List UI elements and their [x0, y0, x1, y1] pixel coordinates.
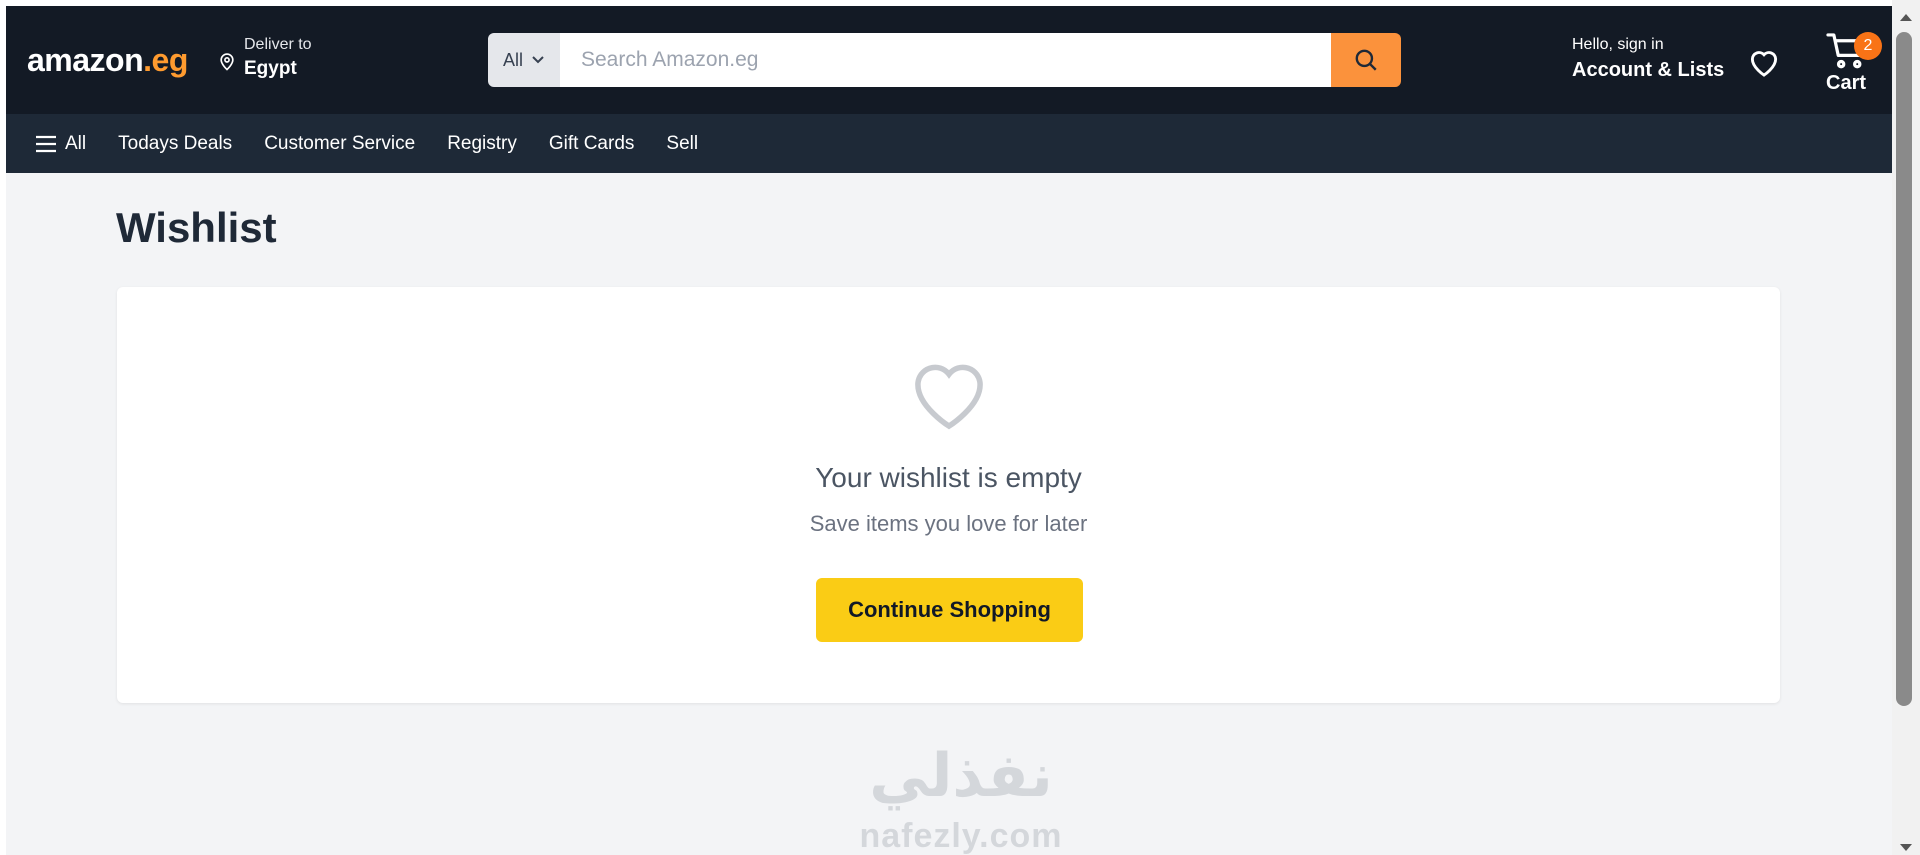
nav-link-customer-service[interactable]: Customer Service: [264, 133, 415, 155]
scroll-up-arrow-icon[interactable]: [1900, 14, 1912, 21]
search-button[interactable]: [1331, 33, 1401, 87]
nav-link-sell[interactable]: Sell: [666, 133, 698, 155]
scrollbar-thumb[interactable]: [1896, 32, 1912, 706]
empty-state-subtitle: Save items you love for later: [809, 511, 1088, 536]
nav-all-label: All: [65, 132, 87, 154]
account-greeting: Hello, sign in: [1572, 36, 1664, 53]
nav-bar: All Todays Deals Customer Service Regist…: [6, 114, 1892, 173]
search-icon: [1355, 49, 1377, 71]
search-category-select[interactable]: All: [488, 33, 560, 87]
watermark-latin: nafezly.com: [859, 817, 1063, 855]
location-pin-icon: [220, 53, 234, 71]
deliver-to[interactable]: Deliver to Egypt: [217, 36, 312, 80]
search-bar: All: [488, 33, 1401, 87]
empty-heart-icon: [915, 364, 983, 430]
page-scrollbar[interactable]: [1892, 0, 1920, 855]
account-menu[interactable]: Hello, sign in Account & Lists: [1572, 36, 1724, 82]
cart-count-badge: 2: [1854, 32, 1882, 60]
deliver-label: Deliver to: [244, 36, 312, 53]
cart-label: Cart: [1826, 72, 1867, 94]
top-header: amazon.eg Deliver to Egypt All Search Am…: [6, 6, 1892, 114]
amazon-logo[interactable]: amazon.eg: [27, 42, 188, 79]
logo-tld: .eg: [143, 42, 188, 78]
scroll-down-arrow-icon[interactable]: [1900, 844, 1912, 851]
cart-button[interactable]: 2 Cart: [1818, 28, 1882, 98]
deliver-location: Egypt: [244, 58, 297, 79]
watermark: نفذلي nafezly.com: [846, 741, 1076, 855]
logo-main: amazon: [27, 42, 144, 78]
search-category-label: All: [502, 49, 523, 70]
empty-state-title: Your wishlist is empty: [815, 462, 1082, 493]
continue-shopping-button[interactable]: Continue Shopping: [816, 578, 1083, 642]
nav-link-gift-cards[interactable]: Gift Cards: [549, 133, 635, 155]
watermark-arabic: نفذلي: [869, 741, 1053, 811]
nav-all-menu[interactable]: All: [35, 133, 86, 155]
chevron-down-icon: [532, 56, 544, 64]
app-frame: amazon.eg Deliver to Egypt All Search Am…: [6, 6, 1892, 855]
wishlist-empty-card: Your wishlist is empty Save items you lo…: [117, 287, 1780, 703]
search-input[interactable]: [560, 33, 1331, 87]
heart-icon[interactable]: [1746, 46, 1782, 78]
hamburger-icon: [36, 135, 56, 152]
nav-link-registry[interactable]: Registry: [447, 133, 517, 155]
nav-link-todays-deals[interactable]: Todays Deals: [118, 133, 232, 155]
account-label: Account & Lists: [1572, 59, 1725, 81]
page-title: Wishlist: [116, 204, 277, 251]
